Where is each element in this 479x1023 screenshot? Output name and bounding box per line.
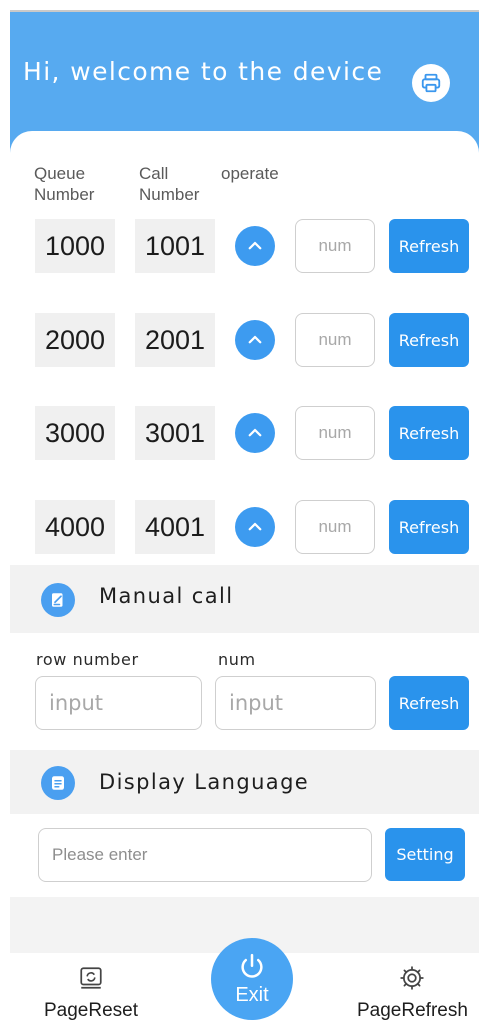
chevron-up-icon: [248, 522, 262, 531]
printer-icon: [421, 73, 441, 93]
exit-label: Exit: [235, 983, 269, 1006]
row-number-label: row number: [36, 650, 139, 669]
power-icon: [241, 953, 263, 978]
increment-button[interactable]: [235, 320, 275, 360]
call-number-input[interactable]: [295, 500, 375, 554]
chevron-up-icon: [248, 335, 262, 344]
refresh-button[interactable]: Refresh: [389, 406, 469, 460]
column-header-call: Call Number: [139, 164, 200, 204]
setting-button[interactable]: Setting: [385, 828, 465, 881]
queue-number-cell: 3000: [35, 406, 115, 460]
manual-refresh-button[interactable]: Refresh: [389, 676, 469, 730]
call-number-input[interactable]: [295, 219, 375, 273]
manual-call-section: [10, 565, 479, 633]
column-header-operate: operate: [221, 164, 279, 183]
edit-note-icon: [52, 593, 63, 607]
num-label: num: [218, 650, 256, 669]
refresh-gear-icon: [400, 966, 425, 990]
page-refresh-nav-item[interactable]: PageRefresh: [357, 965, 468, 1022]
call-number-cell: 1001: [135, 219, 215, 273]
manual-num-input[interactable]: [215, 676, 376, 730]
reset-icon: [80, 967, 102, 989]
page-title: Hi, welcome to the device: [23, 57, 384, 86]
call-number-cell: 4001: [135, 500, 215, 554]
refresh-button[interactable]: Refresh: [389, 219, 469, 273]
queue-number-cell: 4000: [35, 500, 115, 554]
chevron-up-icon: [248, 241, 262, 250]
page-reset-label: PageReset: [44, 1000, 139, 1021]
queue-number-cell: 1000: [35, 219, 115, 273]
print-button[interactable]: [412, 64, 450, 102]
language-input[interactable]: [38, 828, 372, 882]
call-number-cell: 2001: [135, 313, 215, 367]
increment-button[interactable]: [235, 413, 275, 453]
document-icon: [52, 776, 64, 790]
refresh-button[interactable]: Refresh: [389, 313, 469, 367]
column-header-queue: Queue Number: [34, 164, 95, 204]
manual-call-title: Manual call: [99, 584, 234, 608]
increment-button[interactable]: [235, 226, 275, 266]
call-number-cell: 3001: [135, 406, 215, 460]
queue-number-cell: 2000: [35, 313, 115, 367]
display-language-icon-badge: [41, 766, 75, 800]
call-number-input[interactable]: [295, 313, 375, 367]
call-number-input[interactable]: [295, 406, 375, 460]
page-reset-nav-item[interactable]: PageReset: [44, 965, 138, 1022]
exit-button[interactable]: Exit: [211, 938, 293, 1020]
row-number-input[interactable]: [35, 676, 202, 730]
manual-call-icon-badge: [41, 583, 75, 617]
chevron-up-icon: [248, 428, 262, 437]
refresh-button[interactable]: Refresh: [389, 500, 469, 554]
increment-button[interactable]: [235, 507, 275, 547]
display-language-title: Display Language: [99, 770, 310, 794]
page-refresh-label: PageRefresh: [357, 1000, 468, 1021]
